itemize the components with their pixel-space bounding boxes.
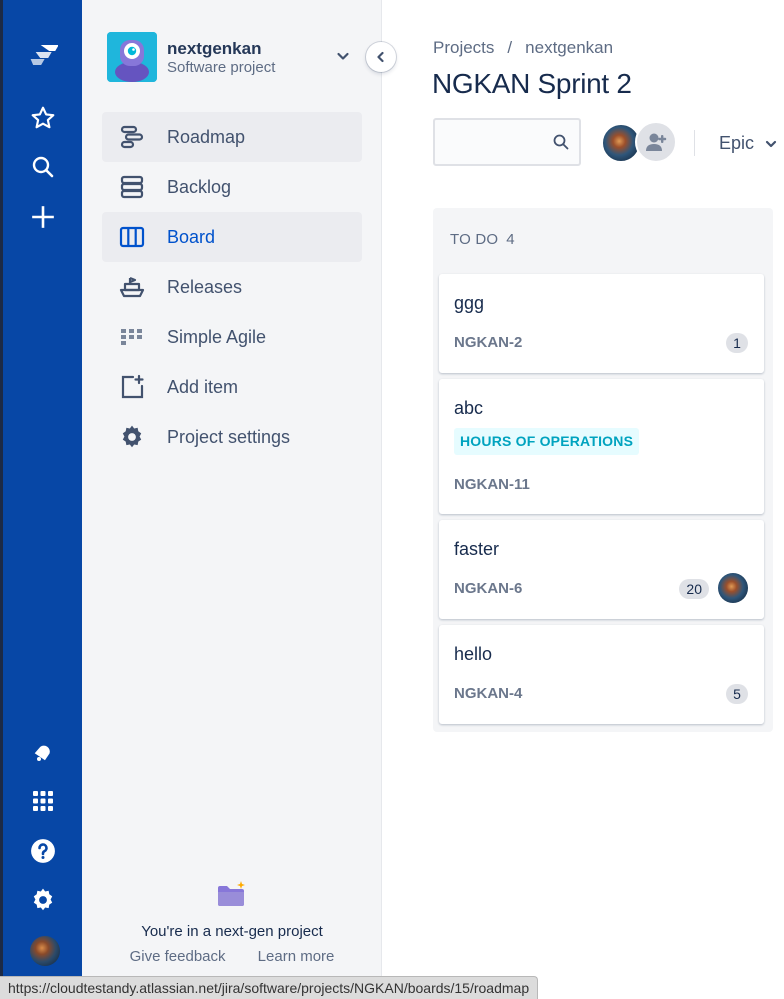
chevron-down-icon [765, 141, 777, 148]
app-switcher-icon[interactable] [27, 785, 59, 817]
footer-links: Give feedback Learn more [82, 948, 382, 965]
collapse-sidebar-button[interactable] [366, 42, 396, 72]
epic-filter-dropdown[interactable]: Epic [719, 133, 778, 154]
project-menu: Roadmap Backlog Board Releases Simple Ag… [102, 112, 362, 462]
main-content: Projects / nextgenkan NGKAN Sprint 2 Epic … [382, 0, 784, 998]
breadcrumb-separator: / [507, 38, 513, 57]
project-header[interactable]: nextgenkan Software project [107, 32, 357, 84]
folder-sparkle-icon [218, 881, 245, 906]
project-sidebar: nextgenkan Software project Roadmap Back… [82, 0, 382, 998]
board-column-todo: TO DO 4 ggg NGKAN-2 1 abc HOURS OF OPERAT… [433, 208, 773, 732]
card-key: NGKAN-4 [454, 685, 523, 702]
epic-label: HOURS OF OPERATIONS [454, 428, 640, 455]
roadmap-icon [118, 123, 146, 151]
breadcrumb-project[interactable]: nextgenkan [525, 38, 613, 57]
breadcrumb-projects[interactable]: Projects [433, 38, 494, 57]
card-title: hello [454, 644, 493, 664]
status-bar-url: https://cloudtestandy.atlassian.net/jira… [0, 976, 539, 999]
simple-agile-icon [118, 323, 146, 351]
card-key: NGKAN-2 [454, 334, 523, 351]
board-search [433, 118, 581, 166]
story-points-badge: 20 [679, 579, 709, 599]
column-count: 4 [506, 231, 515, 248]
sidebar-item-backlog[interactable]: Backlog [102, 162, 362, 212]
sidebar-item-label: Project settings [167, 426, 291, 447]
card-key: NGKAN-6 [454, 580, 523, 597]
plus-icon[interactable] [27, 201, 59, 233]
sidebar-item-label: Releases [167, 276, 243, 297]
notification-icon[interactable] [27, 735, 59, 767]
search-input[interactable] [443, 120, 557, 162]
sidebar-item-roadmap[interactable]: Roadmap [102, 112, 362, 162]
give-feedback-link[interactable]: Give feedback [130, 948, 226, 965]
column-title: TO DO [450, 231, 499, 248]
sidebar-item-board[interactable]: Board [102, 212, 362, 262]
issue-card[interactable]: faster NGKAN-6 20 [439, 520, 764, 619]
profile-avatar[interactable] [30, 936, 60, 966]
story-points-badge: 5 [726, 684, 748, 704]
learn-more-link[interactable]: Learn more [258, 948, 335, 965]
star-icon[interactable] [27, 102, 59, 134]
issue-card[interactable]: ggg NGKAN-2 1 [439, 274, 764, 373]
search-icon [553, 134, 569, 150]
add-item-icon [118, 373, 146, 401]
breadcrumb: Projects / nextgenkan [433, 38, 613, 58]
issue-card[interactable]: abc HOURS OF OPERATIONS NGKAN-11 [439, 379, 764, 514]
jira-logo-icon[interactable] [27, 40, 59, 72]
global-navigation [0, 0, 82, 998]
sidebar-item-label: Backlog [167, 176, 232, 197]
page-title: NGKAN Sprint 2 [432, 68, 632, 99]
board-icon [118, 223, 146, 251]
column-header: TO DO 4 [450, 231, 515, 248]
next-gen-message: You're in a next-gen project [141, 923, 323, 940]
chevron-left-icon [377, 51, 384, 63]
sidebar-item-label: Simple Agile [167, 326, 267, 347]
sidebar-item-project-settings[interactable]: Project settings [102, 412, 362, 462]
epic-filter-label: Epic [719, 133, 755, 153]
card-title: faster [454, 539, 500, 559]
toolbar-divider [694, 130, 695, 156]
assignee-avatar[interactable] [718, 573, 748, 603]
help-icon[interactable] [27, 835, 59, 867]
card-key: NGKAN-11 [454, 476, 530, 493]
sidebar-item-label: Roadmap [167, 126, 246, 147]
add-people-button[interactable] [635, 121, 677, 163]
search-icon[interactable] [27, 151, 59, 183]
project-type: Software project [167, 59, 276, 76]
card-title: ggg [454, 293, 485, 313]
gear-icon [118, 423, 146, 451]
story-points-badge: 1 [726, 333, 748, 353]
chevron-down-icon[interactable] [335, 48, 351, 64]
project-name: nextgenkan [167, 39, 262, 58]
project-avatar-icon [107, 32, 157, 82]
sidebar-item-label: Board [167, 226, 216, 247]
sidebar-item-simple-agile[interactable]: Simple Agile [102, 312, 362, 362]
add-person-icon [646, 133, 667, 151]
settings-icon[interactable] [27, 884, 59, 916]
sidebar-item-releases[interactable]: Releases [102, 262, 362, 312]
next-gen-footer: You're in a next-gen project Give feedba… [82, 880, 382, 965]
sidebar-item-add-item[interactable]: Add item [102, 362, 362, 412]
releases-icon [118, 273, 146, 301]
sidebar-item-label: Add item [167, 376, 239, 397]
card-title: abc [454, 398, 484, 418]
issue-card[interactable]: hello NGKAN-4 5 [439, 625, 764, 724]
backlog-icon [118, 173, 146, 201]
